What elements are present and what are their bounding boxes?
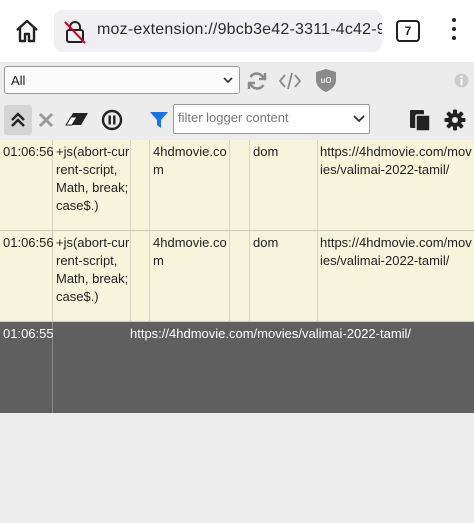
ublock-icon[interactable]: uO	[315, 68, 337, 93]
log-type: dom	[253, 144, 279, 159]
document-url: https://4hdmovie.com/movies/valimai-2022…	[130, 326, 412, 341]
chevron-down-icon[interactable]	[353, 114, 365, 124]
info-icon[interactable]	[454, 73, 469, 88]
log-entry[interactable]: 01:06:56 +js(abort-current-script, Math,…	[0, 140, 474, 231]
address-bar[interactable]: moz-extension://9bcb3e42-3311-4c42-98e	[54, 10, 382, 52]
tab-counter-button[interactable]: 7	[396, 20, 420, 42]
collapse-button[interactable]	[4, 105, 32, 135]
log-time: 01:06:56	[3, 235, 54, 250]
tab-selector-dropdown[interactable]: All	[4, 66, 240, 94]
log-entry[interactable]: 01:06:56 +js(abort-current-script, Math,…	[0, 231, 474, 322]
log-time: 01:06:56	[3, 144, 54, 159]
insecure-lock-icon[interactable]	[64, 20, 86, 44]
svg-text:uO: uO	[320, 76, 331, 85]
log-url: https://4hdmovie.com/movies/valimai-2022…	[320, 235, 472, 268]
funnel-icon[interactable]	[149, 110, 169, 130]
log-filter: +js(abort-current-script, Math, break;ca…	[56, 235, 130, 304]
logger-toolbar-top: All uO	[0, 62, 474, 100]
log-context: 4hdmovie.com	[153, 144, 227, 177]
document-entry[interactable]: 01:06:55 https://4hdmovie.com/movies/val…	[0, 322, 474, 413]
copy-icon[interactable]	[409, 108, 431, 132]
log-filter: +js(abort-current-script, Math, break;ca…	[56, 144, 130, 213]
chevron-down-icon	[223, 77, 233, 84]
filter-input[interactable]	[178, 110, 348, 125]
refresh-icon[interactable]	[246, 70, 268, 92]
url-text: moz-extension://9bcb3e42-3311-4c42-98e	[97, 21, 382, 38]
logger-table: 01:06:56 +js(abort-current-script, Math,…	[0, 140, 474, 413]
tab-selector-value: All	[11, 73, 26, 88]
clear-x-icon[interactable]	[38, 112, 54, 128]
code-icon[interactable]	[278, 70, 302, 92]
logger-toolbar-bottom	[0, 100, 474, 140]
log-type: dom	[253, 235, 279, 250]
settings-gear-icon[interactable]	[444, 109, 466, 131]
filter-field[interactable]	[173, 104, 370, 134]
menu-kebab-icon[interactable]	[449, 18, 459, 44]
browser-toolbar: moz-extension://9bcb3e42-3311-4c42-98e 7	[0, 0, 474, 62]
double-chevron-up-icon	[11, 112, 25, 127]
document-time: 01:06:55	[3, 326, 54, 341]
log-context: 4hdmovie.com	[153, 235, 227, 268]
home-icon[interactable]	[12, 16, 42, 46]
eraser-icon[interactable]	[64, 110, 90, 130]
log-url: https://4hdmovie.com/movies/valimai-2022…	[320, 144, 472, 177]
pause-icon[interactable]	[101, 109, 123, 131]
